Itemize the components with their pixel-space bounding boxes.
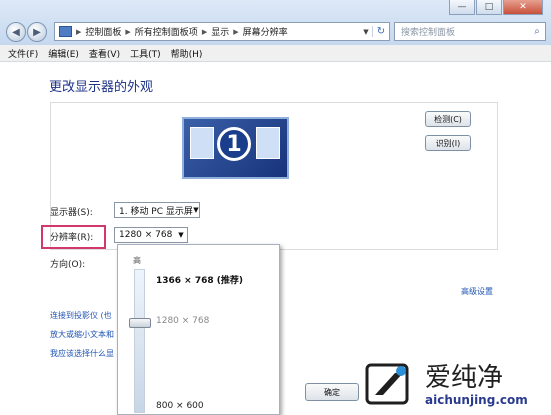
resolution-slider-track[interactable] bbox=[134, 269, 145, 413]
refresh-icon[interactable]: ↻ bbox=[372, 26, 389, 37]
breadcrumb-arrow-icon: ▶ bbox=[201, 27, 208, 36]
identify-button[interactable]: 识别(I) bbox=[425, 135, 471, 151]
watermark-title: 爱纯净 bbox=[425, 363, 504, 393]
window-titlebar: — □ ✕ ◀ ▶ ▶ 控制面板 ▶ 所有控制面板项 ▶ 显示 ▶ 屏幕分辨率 … bbox=[0, 0, 551, 45]
chevron-down-icon: ▼ bbox=[178, 231, 184, 239]
address-dropdown-icon[interactable]: ▼ bbox=[360, 28, 372, 36]
resolution-select-value: 1280 × 768 bbox=[119, 230, 173, 240]
search-placeholder: 搜索控制面板 bbox=[401, 28, 456, 38]
address-bar[interactable]: ▶ 控制面板 ▶ 所有控制面板项 ▶ 显示 ▶ 屏幕分辨率 ▼ ↻ bbox=[54, 22, 390, 41]
orientation-label: 方向(O): bbox=[50, 260, 86, 270]
breadcrumb-arrow-icon: ▶ bbox=[76, 27, 82, 36]
back-arrow-icon: ◀ bbox=[12, 26, 20, 38]
control-panel-icon bbox=[59, 26, 72, 37]
aichunjing-logo-icon bbox=[365, 363, 409, 405]
minimize-button[interactable]: — bbox=[449, 0, 475, 15]
window-thumbnail bbox=[190, 127, 214, 159]
menu-file[interactable]: 文件(F) bbox=[8, 47, 38, 60]
monitor-icon[interactable]: 1 bbox=[182, 117, 289, 179]
slider-high-label: 高 bbox=[133, 256, 141, 265]
breadcrumb-all-items[interactable]: 所有控制面板项 bbox=[135, 25, 198, 38]
forward-arrow-icon: ▶ bbox=[33, 26, 41, 38]
resolution-highlight-box bbox=[41, 225, 106, 249]
chevron-down-icon: ▼ bbox=[193, 206, 199, 214]
resolution-select[interactable]: 1280 × 768 ▼ bbox=[114, 227, 188, 243]
page-title: 更改显示器的外观 bbox=[49, 80, 154, 95]
resolution-option-low[interactable]: 800 × 600 bbox=[156, 401, 204, 411]
ok-button[interactable]: 确定 bbox=[305, 383, 359, 401]
detect-button[interactable]: 检测(C) bbox=[425, 111, 471, 127]
breadcrumb-screen-resolution[interactable]: 屏幕分辨率 bbox=[243, 25, 288, 38]
menu-edit[interactable]: 编辑(E) bbox=[48, 47, 79, 60]
breadcrumb-arrow-icon: ▶ bbox=[233, 27, 239, 36]
search-input[interactable]: 搜索控制面板 ⌕ bbox=[394, 22, 546, 41]
menu-view[interactable]: 查看(V) bbox=[89, 47, 120, 60]
search-icon[interactable]: ⌕ bbox=[529, 26, 545, 37]
which-settings-link[interactable]: 我应该选择什么显 bbox=[50, 348, 114, 359]
monitor-number: 1 bbox=[217, 127, 251, 161]
resolution-slider-thumb[interactable] bbox=[129, 318, 151, 328]
resolution-dropdown-panel: 高 1366 × 768 (推荐) 1280 × 768 800 × 600 bbox=[117, 244, 280, 415]
breadcrumb-control-panel[interactable]: 控制面板 bbox=[85, 25, 121, 38]
display-select[interactable]: 1. 移动 PC 显示屏 ▼ bbox=[114, 202, 200, 218]
menu-tools[interactable]: 工具(T) bbox=[130, 47, 161, 60]
resolution-option-recommended[interactable]: 1366 × 768 (推荐) bbox=[156, 273, 243, 286]
advanced-settings-link[interactable]: 高级设置 bbox=[461, 286, 493, 297]
text-size-link[interactable]: 放大或缩小文本和 bbox=[50, 329, 114, 340]
display-select-value: 1. 移动 PC 显示屏 bbox=[119, 206, 193, 217]
resolution-option-current[interactable]: 1280 × 768 bbox=[156, 316, 209, 326]
window-thumbnail bbox=[256, 127, 280, 159]
menu-bar: 文件(F) 编辑(E) 查看(V) 工具(T) 帮助(H) bbox=[0, 45, 551, 62]
back-button[interactable]: ◀ bbox=[6, 22, 26, 42]
watermark: 爱纯净 aichunjing.com bbox=[359, 357, 551, 413]
window-controls: — □ ✕ bbox=[448, 0, 543, 15]
forward-button[interactable]: ▶ bbox=[27, 22, 47, 42]
maximize-button[interactable]: □ bbox=[476, 0, 502, 15]
display-label: 显示器(S): bbox=[50, 208, 93, 218]
projector-link[interactable]: 连接到投影仪 (也 bbox=[50, 310, 112, 321]
menu-help[interactable]: 帮助(H) bbox=[171, 47, 203, 60]
breadcrumb-display[interactable]: 显示 bbox=[211, 25, 229, 38]
watermark-url: aichunjing.com bbox=[425, 393, 528, 407]
close-button[interactable]: ✕ bbox=[503, 0, 543, 15]
breadcrumb-arrow-icon: ▶ bbox=[125, 27, 131, 36]
